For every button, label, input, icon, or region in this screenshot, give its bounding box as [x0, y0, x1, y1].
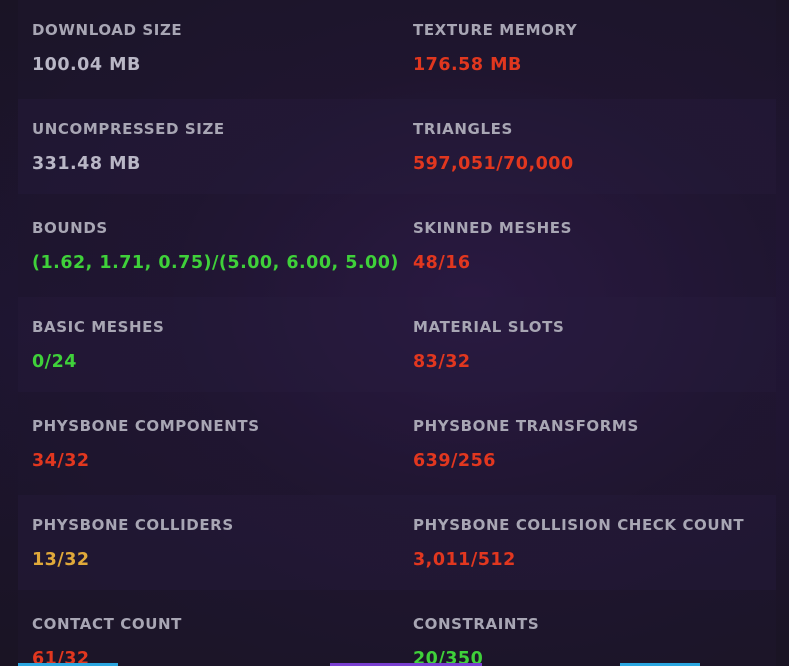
stat-label: DOWNLOAD SIZE — [32, 21, 183, 39]
stat-row: UNCOMPRESSED SIZE 331.48 MB TRIANGLES 59… — [18, 99, 776, 194]
stat-label: PHYSBONE TRANSFORMS — [413, 417, 639, 435]
stat-label: MATERIAL SLOTS — [413, 318, 565, 336]
stat-label: CONSTRAINTS — [413, 615, 540, 633]
stat-row: BASIC MESHES 0/24 MATERIAL SLOTS 83/32 — [18, 297, 776, 392]
stat-row: PHYSBONE COLLIDERS 13/32 PHYSBONE COLLIS… — [18, 495, 776, 590]
stat-row: DOWNLOAD SIZE 100.04 MB TEXTURE MEMORY 1… — [18, 0, 776, 95]
stat-value: 639/256 — [413, 451, 496, 471]
stat-value: 597,051/70,000 — [413, 154, 574, 174]
stat-value: 13/32 — [32, 550, 90, 570]
stat-label: PHYSBONE COMPONENTS — [32, 417, 260, 435]
stat-value: 0/24 — [32, 352, 77, 372]
stat-label: BASIC MESHES — [32, 318, 165, 336]
stat-row: CONTACT COUNT 61/32 CONSTRAINTS 20/350 — [18, 594, 776, 666]
stat-label: CONTACT COUNT — [32, 615, 182, 633]
stat-label: TRIANGLES — [413, 120, 513, 138]
stat-label: BOUNDS — [32, 219, 108, 237]
stat-row: PHYSBONE COMPONENTS 34/32 PHYSBONE TRANS… — [18, 396, 776, 491]
stat-label: SKINNED MESHES — [413, 219, 573, 237]
stat-value: 331.48 MB — [32, 154, 141, 174]
stat-label: UNCOMPRESSED SIZE — [32, 120, 225, 138]
stat-value: (1.62, 1.71, 0.75)/(5.00, 6.00, 5.00) — [32, 253, 399, 273]
stat-value: 100.04 MB — [32, 55, 141, 75]
stat-label: PHYSBONE COLLIDERS — [32, 516, 234, 534]
stat-value: 83/32 — [413, 352, 471, 372]
stat-value: 3,011/512 — [413, 550, 516, 570]
stat-label: PHYSBONE COLLISION CHECK COUNT — [413, 516, 745, 534]
performance-stats-grid: DOWNLOAD SIZE 100.04 MB TEXTURE MEMORY 1… — [0, 0, 789, 666]
stat-label: TEXTURE MEMORY — [413, 21, 578, 39]
stat-row: BOUNDS (1.62, 1.71, 0.75)/(5.00, 6.00, 5… — [18, 198, 776, 293]
stat-value: 48/16 — [413, 253, 471, 273]
stat-value: 176.58 MB — [413, 55, 522, 75]
stat-value: 34/32 — [32, 451, 90, 471]
